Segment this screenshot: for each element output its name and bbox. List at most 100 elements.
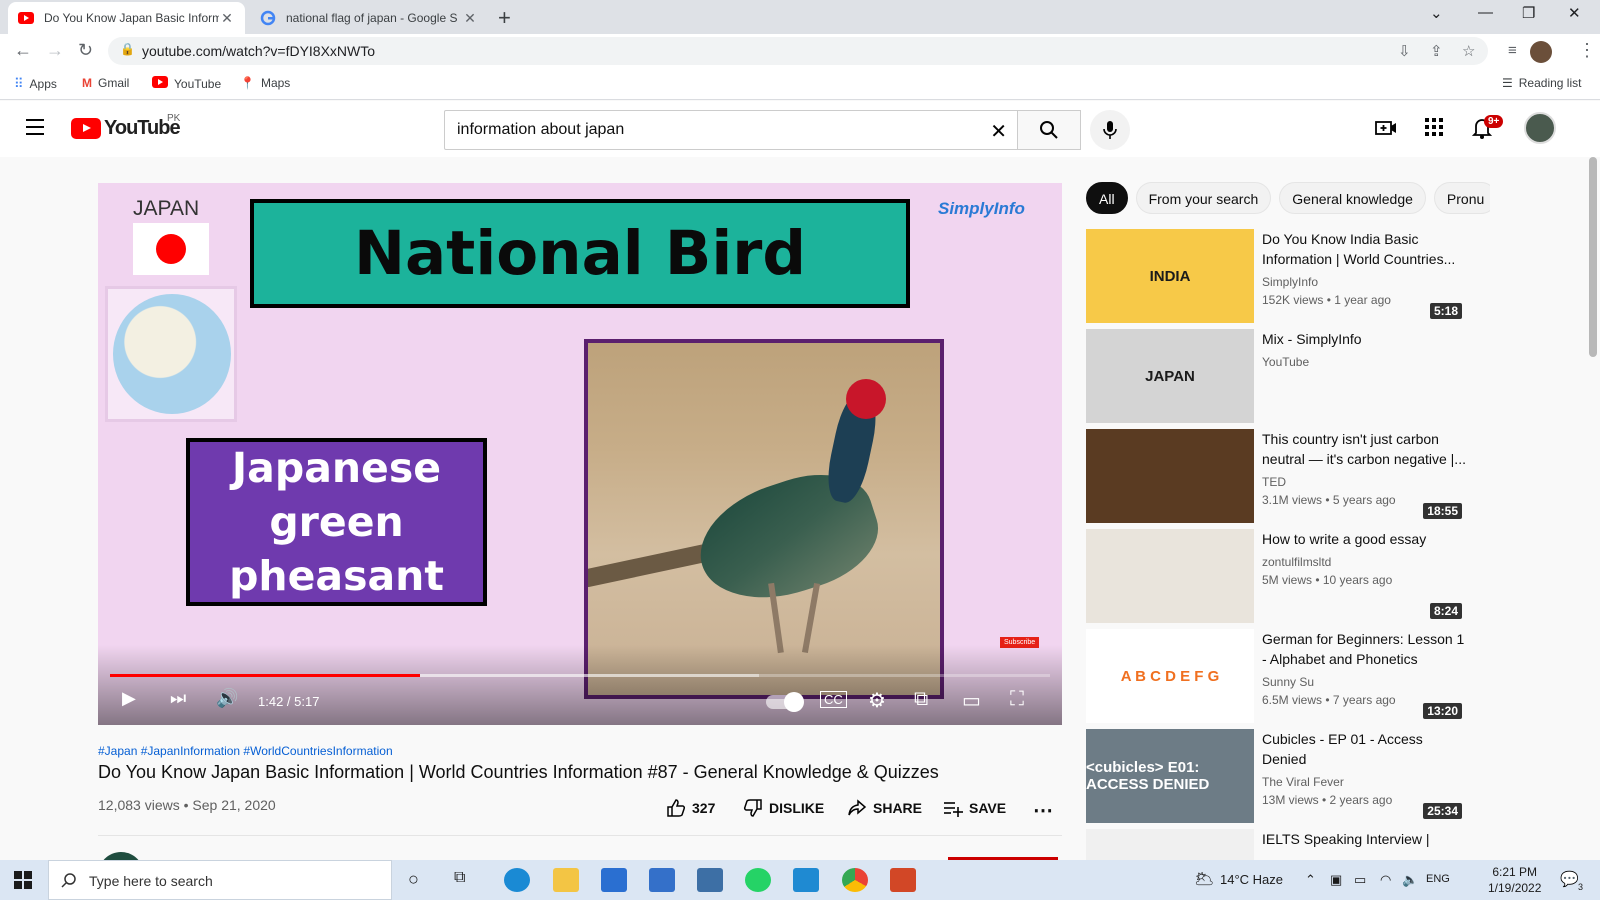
recommendation-thumbnail[interactable]: JAPAN: [1086, 329, 1254, 423]
recommendation-item[interactable]: <cubicles> E01: ACCESS DENIED 25:34 Cubicl…: [1086, 729, 1466, 823]
recommendation-item[interactable]: 18:55 This country isn't just carbon neut…: [1086, 429, 1466, 523]
tab-close-icon[interactable]: ✕: [219, 10, 235, 27]
bookmark-maps[interactable]: 📍 Maps: [240, 76, 290, 90]
create-video-icon[interactable]: [1375, 117, 1397, 139]
speaker-icon[interactable]: 🔈: [1402, 872, 1418, 888]
reading-list[interactable]: ☰ Reading list: [1502, 76, 1581, 90]
page-scrollbar[interactable]: [1589, 157, 1597, 357]
recommendation-title[interactable]: This country isn't just carbon neutral —…: [1262, 429, 1467, 469]
recommendation-title[interactable]: German for Beginners: Lesson 1 - Alphabe…: [1262, 629, 1467, 669]
recommendation-item[interactable]: 8:24 How to write a good essay zontulfilms…: [1086, 529, 1466, 623]
bookmark-apps[interactable]: ⠿ Apps: [14, 76, 57, 92]
youtube-logo[interactable]: YouTube PK: [71, 113, 181, 140]
search-button[interactable]: [1017, 110, 1081, 150]
share-button[interactable]: SHARE: [847, 798, 922, 818]
bookmark-gmail[interactable]: M Gmail: [82, 76, 129, 90]
minimize-icon[interactable]: —: [1478, 4, 1493, 21]
cortana-icon[interactable]: ○: [408, 869, 419, 890]
action-center-icon[interactable]: 💬: [1560, 870, 1579, 888]
recommendation-thumbnail[interactable]: <cubicles> E01: ACCESS DENIED: [1086, 729, 1254, 823]
save-button[interactable]: SAVE: [943, 798, 1006, 818]
media-control-icon[interactable]: ≡: [1508, 42, 1517, 59]
recommendation-channel[interactable]: TED: [1262, 475, 1286, 489]
tab-google-search[interactable]: national flag of japan - Google S ✕: [250, 2, 488, 34]
chip-general-knowledge[interactable]: General knowledge: [1279, 182, 1426, 214]
control-panel-icon[interactable]: [697, 868, 723, 892]
search-input[interactable]: [457, 121, 957, 139]
back-icon[interactable]: ←: [14, 40, 32, 61]
vscode-icon[interactable]: [793, 868, 819, 892]
recommendation-channel[interactable]: YouTube: [1262, 355, 1309, 369]
miniplayer-icon[interactable]: ⧉: [914, 688, 928, 711]
chrome-profile-avatar[interactable]: [1530, 41, 1552, 63]
wifi-icon[interactable]: ◠: [1380, 872, 1391, 888]
weather-text[interactable]: 14°C Haze: [1220, 872, 1283, 887]
reload-icon[interactable]: ↻: [78, 40, 93, 61]
recommendation-title[interactable]: Mix - SimplyInfo: [1262, 329, 1467, 349]
file-explorer-icon[interactable]: [553, 868, 579, 892]
windows-start-icon[interactable]: [14, 871, 32, 889]
new-tab-icon[interactable]: +: [498, 5, 511, 31]
recommendation-channel[interactable]: The Viral Fever: [1262, 775, 1344, 789]
edge-app-icon[interactable]: [504, 868, 530, 892]
account-avatar[interactable]: [1524, 112, 1556, 144]
recommendation-item[interactable]: INDIA 5:18 Do You Know India Basic Informa…: [1086, 229, 1466, 323]
recommendation-title[interactable]: IELTS Speaking Interview |: [1262, 829, 1467, 849]
chrome-menu-icon[interactable]: ⋮: [1578, 40, 1596, 61]
tab-close-icon[interactable]: ✕: [462, 10, 478, 27]
apps-grid-icon[interactable]: [1424, 117, 1444, 137]
like-button[interactable]: 327: [666, 798, 715, 818]
video-player[interactable]: JAPAN National Bird SimplyInfo Japanese …: [98, 183, 1062, 725]
chrome-app-icon[interactable]: [842, 868, 868, 892]
recommendation-channel[interactable]: Sunny Su: [1262, 675, 1314, 689]
chip-pronunciation[interactable]: Pronu: [1433, 182, 1490, 214]
search-box[interactable]: ✕: [444, 110, 1018, 150]
omnibox[interactable]: 🔒 youtube.com/watch?v=fDYI8XxNWTo ⇩ ⇪ ☆: [108, 37, 1488, 65]
powerpoint-icon[interactable]: [890, 868, 916, 892]
voice-search-button[interactable]: [1090, 110, 1130, 150]
next-icon[interactable]: ⏭: [170, 688, 186, 709]
recommendation-title[interactable]: How to write a good essay: [1262, 529, 1467, 549]
chip-all[interactable]: All: [1086, 182, 1128, 214]
tab-search-icon[interactable]: ⌄: [1430, 4, 1443, 22]
more-actions-icon[interactable]: ⋯: [1033, 798, 1053, 823]
clear-search-icon[interactable]: ✕: [990, 119, 1007, 144]
fullscreen-icon[interactable]: ⛶: [1010, 688, 1024, 711]
video-hashtags[interactable]: #Japan #JapanInformation #WorldCountries…: [98, 744, 393, 758]
recommendation-channel[interactable]: SimplyInfo: [1262, 275, 1318, 289]
progress-bar[interactable]: [110, 674, 1050, 677]
recommendation-title[interactable]: Cubicles - EP 01 - Access Denied: [1262, 729, 1467, 769]
battery-icon[interactable]: ▭: [1354, 872, 1366, 888]
language-indicator[interactable]: ENG: [1426, 873, 1450, 885]
captions-icon[interactable]: CC: [820, 691, 847, 708]
bookmark-youtube[interactable]: YouTube: [152, 76, 221, 91]
recommendation-thumbnail[interactable]: [1086, 529, 1254, 623]
theater-mode-icon[interactable]: ▭: [962, 688, 981, 713]
taskbar-clock[interactable]: 6:21 PM 1/19/2022: [1488, 864, 1541, 896]
recommendation-channel[interactable]: zontulfilmsltd: [1262, 555, 1331, 569]
settings-gear-icon[interactable]: ⚙: [868, 688, 886, 713]
chip-from-your-search[interactable]: From your search: [1135, 182, 1272, 214]
mail-app-icon[interactable]: [649, 868, 675, 892]
maximize-icon[interactable]: ❐: [1522, 4, 1535, 22]
recommendation-item[interactable]: JAPAN Mix - SimplyInfo YouTube: [1086, 329, 1466, 423]
tray-chevron-icon[interactable]: ⌃: [1305, 872, 1316, 888]
bookmark-star-icon[interactable]: ☆: [1462, 42, 1475, 60]
whatsapp-icon[interactable]: [745, 868, 771, 892]
recommendation-title[interactable]: Do You Know India Basic Information | Wo…: [1262, 229, 1467, 269]
play-icon[interactable]: ▶: [122, 688, 136, 709]
recommendation-item[interactable]: A B C D E F G 13:20 German for Beginners: …: [1086, 629, 1466, 723]
hamburger-menu-icon[interactable]: [26, 119, 44, 140]
store-app-icon[interactable]: [601, 868, 627, 892]
share-page-icon[interactable]: ⇪: [1430, 42, 1443, 60]
tab-youtube-video[interactable]: Do You Know Japan Basic Inform ✕: [8, 2, 245, 34]
task-view-icon[interactable]: ⧉: [454, 869, 465, 887]
forward-icon[interactable]: →: [46, 40, 64, 61]
close-window-icon[interactable]: ✕: [1568, 4, 1581, 22]
autoplay-toggle[interactable]: [766, 692, 804, 712]
meet-now-icon[interactable]: ▣: [1330, 872, 1342, 888]
install-icon[interactable]: ⇩: [1398, 42, 1411, 60]
volume-icon[interactable]: 🔊: [216, 688, 238, 709]
taskbar-search-box[interactable]: Type here to search: [48, 860, 392, 900]
recommendation-thumbnail[interactable]: A B C D E F G: [1086, 629, 1254, 723]
